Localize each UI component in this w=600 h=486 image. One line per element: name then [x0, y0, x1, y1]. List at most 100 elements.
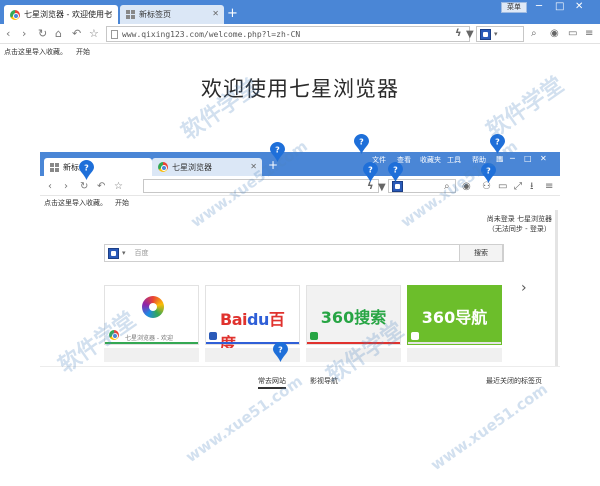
chevron-down-icon: ▾: [494, 30, 498, 38]
address-bar[interactable]: www.qixing123.com/welcome.php?l=zh-CN: [106, 26, 470, 42]
screenshot-bottom-bar: 常去网站 影视导航 最近关闭的标签页: [40, 366, 560, 392]
screenshot-tab-qixing: 七星浏览器 ✕: [152, 158, 262, 176]
menu-icon[interactable]: ≡: [585, 28, 593, 40]
site-favicon-icon: [209, 332, 217, 340]
login-status-line: 尚未登录 七星浏览器: [486, 215, 552, 223]
undo-icon: ↶: [97, 181, 106, 192]
search-icon: ⌕: [444, 181, 450, 192]
speed-mode-icon[interactable]: ϟ: [455, 28, 462, 40]
menu-favorites: 收藏夹: [420, 156, 441, 164]
new-tab-button[interactable]: +: [227, 7, 238, 20]
minimize-icon: ─: [510, 154, 515, 163]
speed-dial-tile: 七星浏览器 - 欢迎: [104, 285, 199, 345]
speed-dial-tile: Baidu百度: [205, 285, 300, 353]
speed-mode-icon: ϟ: [367, 181, 374, 192]
menu-icon: ≡: [545, 181, 554, 192]
tile-placeholder: [407, 348, 502, 362]
login-status: 尚未登录 七星浏览器 （无法同步 - 登录）: [487, 214, 552, 234]
undo-icon[interactable]: ↶: [72, 27, 81, 41]
chevron-down-icon: ▾: [122, 249, 126, 257]
speed-dial-tile: 360导航: [407, 285, 502, 345]
help-pin-icon[interactable]: [490, 134, 505, 154]
chevron-down-icon: ▼: [378, 182, 386, 193]
screenshot-address-bar: [143, 179, 379, 193]
tile-accent-bar: [307, 342, 400, 344]
layout-icon: ▦: [496, 154, 504, 163]
qixing-logo-icon: [142, 296, 164, 318]
help-pin-icon[interactable]: [270, 142, 285, 162]
site-favicon-icon: [310, 332, 318, 340]
help-pin-icon[interactable]: [481, 163, 496, 183]
browser-logo-icon: [109, 330, 119, 340]
forward-icon[interactable]: ›: [22, 27, 26, 41]
page-title: 欢迎使用七星浏览器: [201, 77, 399, 101]
site-favicon-icon: [411, 332, 419, 340]
tab-frequent-sites: 常去网站: [258, 376, 286, 389]
search-engine-select[interactable]: ▾: [476, 26, 524, 42]
recently-closed-tabs: 最近关闭的标签页: [486, 377, 542, 385]
login-sync-line: （无法同步 - 登录）: [487, 225, 551, 233]
bookmark-start: 开始: [115, 199, 129, 207]
menu-button[interactable]: 菜单: [501, 2, 527, 13]
close-window-icon: ✕: [540, 154, 547, 163]
bookmark-start[interactable]: 开始: [76, 47, 90, 57]
baidu-paw: du: [246, 310, 269, 329]
chevron-down-icon[interactable]: ▼: [466, 29, 474, 41]
360-search-logo: 360搜索: [320, 308, 387, 327]
search-engine-icon: [480, 28, 491, 40]
maximize-icon: □: [524, 154, 532, 163]
minimize-icon[interactable]: ─: [536, 1, 542, 13]
window-icon: ▭: [498, 181, 508, 192]
import-bookmarks-link: 点击这里导入收藏。: [44, 199, 107, 207]
baidu-logo-text: Bai: [220, 310, 247, 329]
browser-screenshot: 新标签 七星浏览器 ✕ + 文件 查看 收藏夹 工具 帮助 ▦ ─ □ ✕ ‹ …: [40, 152, 560, 392]
forward-icon: ›: [64, 181, 68, 192]
tab-video-nav: 影视导航: [310, 377, 338, 385]
tile-caption: 七星浏览器 - 欢迎: [125, 335, 173, 342]
home-icon[interactable]: ⌂: [55, 27, 62, 41]
close-icon[interactable]: ✕: [106, 9, 113, 18]
tile-placeholder: [306, 348, 401, 362]
tab-welcome[interactable]: 七星浏览器 - 欢迎使用七 ✕: [4, 5, 118, 24]
search-engine-icon: [108, 247, 119, 259]
tab-label: 新标签页: [139, 10, 171, 19]
screenshot-search-box: ▾ 百度 搜索: [104, 244, 504, 262]
fullscreen-icon: ⤢: [514, 181, 522, 192]
maximize-icon[interactable]: □: [555, 1, 564, 13]
close-window-icon[interactable]: ✕: [575, 1, 583, 13]
address-text: www.qixing123.com/welcome.php?l=zh-CN: [122, 29, 301, 39]
star-icon[interactable]: ☆: [89, 27, 99, 41]
page-icon: [111, 29, 118, 39]
speed-dial-tile: 360搜索: [306, 285, 401, 345]
help-pin-icon[interactable]: [363, 162, 378, 182]
browser-logo-icon: [10, 9, 20, 20]
help-pin-icon[interactable]: [388, 162, 403, 182]
reload-icon: ↻: [80, 181, 89, 192]
window-icon[interactable]: ▭: [568, 28, 577, 40]
help-pin-icon[interactable]: [354, 134, 369, 154]
grid-icon: [126, 10, 135, 19]
menu-tools: 工具: [447, 156, 461, 164]
import-bookmarks-link[interactable]: 点击这里导入收藏。: [4, 47, 67, 57]
star-icon: ☆: [114, 181, 123, 192]
tile-accent-bar: [408, 342, 501, 344]
tab-new-tab[interactable]: 新标签页 ✕: [120, 5, 224, 24]
user-icon: ◉: [462, 181, 471, 192]
search-engine-icon: [392, 180, 403, 192]
search-icon[interactable]: ⌕: [531, 28, 537, 40]
help-pin-icon[interactable]: [273, 342, 288, 362]
bookmark-bar: 点击这里导入收藏。 开始: [0, 44, 600, 59]
watermark-url: www.xue51.com: [427, 379, 551, 475]
back-icon: ‹: [48, 181, 52, 192]
chevron-right-icon: ›: [521, 280, 527, 296]
close-icon[interactable]: ✕: [212, 9, 219, 18]
user-icon[interactable]: ◉: [550, 28, 559, 40]
screenshot-tab-new: 新标签: [44, 158, 152, 176]
reload-icon[interactable]: ↻: [38, 27, 47, 41]
download-icon: ⭳: [530, 181, 534, 192]
browser-logo-icon: [158, 162, 168, 172]
help-pin-icon[interactable]: [79, 160, 94, 180]
search-button: 搜索: [459, 244, 503, 262]
title-bar: 七星浏览器 - 欢迎使用七 ✕ 新标签页 ✕ + 菜单 ─ □ ✕: [0, 0, 600, 24]
back-icon[interactable]: ‹: [6, 27, 10, 41]
